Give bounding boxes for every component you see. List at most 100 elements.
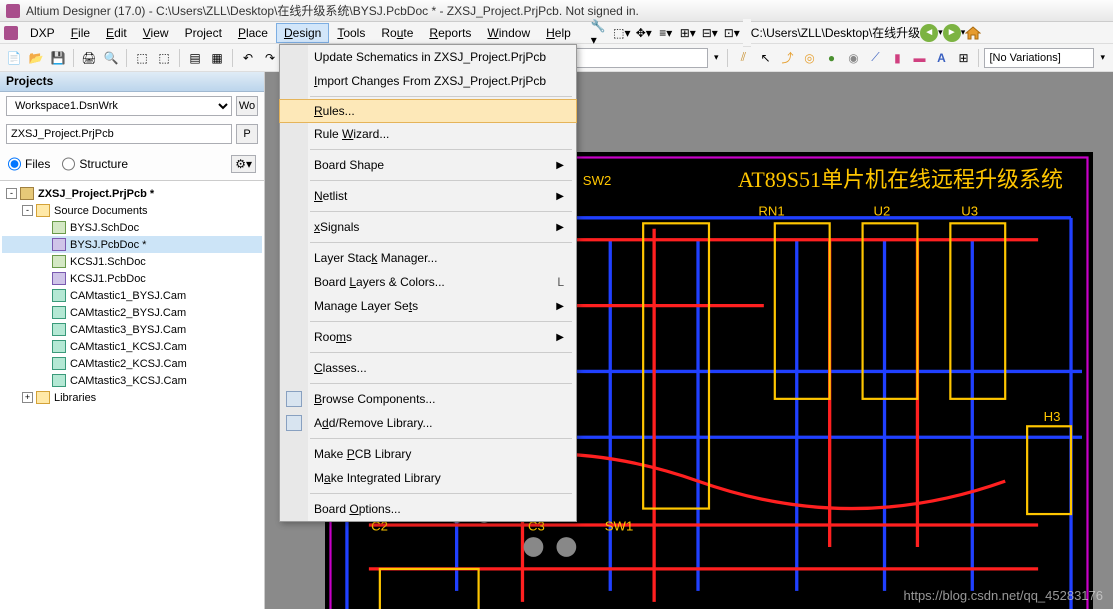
tree-item-label: KCSJ1.SchDoc xyxy=(70,256,146,268)
home-icon[interactable] xyxy=(965,26,981,40)
layers-icon[interactable]: ▤ xyxy=(185,48,205,68)
menu-shortcut: L xyxy=(557,275,564,289)
menu-tools[interactable]: Tools xyxy=(329,23,373,43)
new-icon[interactable]: 📄 xyxy=(4,48,24,68)
save-icon[interactable]: 💾 xyxy=(48,48,68,68)
menu-separator xyxy=(310,242,572,243)
menu-item[interactable]: Make PCB Library xyxy=(280,442,576,466)
undo-icon[interactable]: ↶ xyxy=(238,48,258,68)
text-icon[interactable]: A xyxy=(931,48,951,68)
menu-route[interactable]: Route xyxy=(373,23,421,43)
filter-icon[interactable]: 🔧▾ xyxy=(591,24,609,42)
tree-expand-icon[interactable]: - xyxy=(22,205,33,216)
prj-icon xyxy=(20,187,34,200)
project-tree[interactable]: -ZXSJ_Project.PrjPcb *-Source DocumentsB… xyxy=(0,180,264,609)
grid3-icon[interactable]: ⊡▾ xyxy=(723,24,741,42)
radio-structure[interactable]: Structure xyxy=(62,154,128,174)
tree-item[interactable]: CAMtastic1_KCSJ.Cam xyxy=(2,338,262,355)
preview-icon[interactable]: 🔍 xyxy=(101,48,121,68)
menu-item[interactable]: xSignals▶ xyxy=(280,215,576,239)
tree-item[interactable]: BYSJ.PcbDoc * xyxy=(2,236,262,253)
layers2-icon[interactable]: ▦ xyxy=(207,48,227,68)
tree-item[interactable]: -ZXSJ_Project.PrjPcb * xyxy=(2,185,262,202)
menu-item[interactable]: Rooms▶ xyxy=(280,325,576,349)
menu-item[interactable]: Classes... xyxy=(280,356,576,380)
variations-combo[interactable]: [No Variations] xyxy=(984,48,1094,68)
menu-item[interactable]: Add/Remove Library... xyxy=(280,411,576,435)
submenu-arrow-icon: ▶ xyxy=(556,332,564,343)
folder-icon xyxy=(36,391,50,404)
redo-icon[interactable]: ↷ xyxy=(260,48,280,68)
menu-item[interactable]: Netlist▶ xyxy=(280,184,576,208)
pad-icon[interactable]: ● xyxy=(821,48,841,68)
menu-window[interactable]: Window xyxy=(479,23,538,43)
tree-item[interactable]: CAMtastic2_KCSJ.Cam xyxy=(2,355,262,372)
tree-expand-icon xyxy=(38,222,49,233)
menu-reports[interactable]: Reports xyxy=(421,23,479,43)
menu-item-label: Board Options... xyxy=(314,502,401,516)
align-icon[interactable]: ≡▾ xyxy=(657,24,675,42)
tree-item[interactable]: -Source Documents xyxy=(2,202,262,219)
menu-project[interactable]: Project xyxy=(177,23,230,43)
tree-item[interactable]: KCSJ1.PcbDoc xyxy=(2,270,262,287)
project-field[interactable] xyxy=(6,124,232,144)
tree-item[interactable]: CAMtastic2_BYSJ.Cam xyxy=(2,304,262,321)
settings-icon[interactable]: ⚙▾ xyxy=(231,155,256,173)
menu-item[interactable]: Board Layers & Colors...L xyxy=(280,270,576,294)
fill-icon[interactable]: ▮ xyxy=(887,48,907,68)
menu-edit[interactable]: Edit xyxy=(98,23,135,43)
open-icon[interactable]: 📂 xyxy=(26,48,46,68)
print-icon[interactable]: 🖨 xyxy=(79,48,99,68)
tree-item-label: CAMtastic3_KCSJ.Cam xyxy=(70,375,187,387)
menu-file[interactable]: File xyxy=(63,23,98,43)
route-icon[interactable]: ⫽ xyxy=(733,48,753,68)
tree-expand-icon xyxy=(38,375,49,386)
nav-back-icon[interactable]: ◄ xyxy=(920,24,938,42)
menu-item[interactable]: Import Changes From ZXSJ_Project.PrjPcb xyxy=(280,69,576,93)
menu-design[interactable]: Design xyxy=(276,23,329,43)
select-icon[interactable]: ⬚▾ xyxy=(613,24,631,42)
menu-item[interactable]: Browse Components... xyxy=(280,387,576,411)
target-icon[interactable]: ◎ xyxy=(799,48,819,68)
menu-item[interactable]: Update Schematics in ZXSJ_Project.PrjPcb xyxy=(280,45,576,69)
menu-item[interactable]: Make Integrated Library xyxy=(280,466,576,490)
tree-item[interactable]: CAMtastic3_KCSJ.Cam xyxy=(2,372,262,389)
menu-item[interactable]: Manage Layer Sets▶ xyxy=(280,294,576,318)
via-icon[interactable]: ◉ xyxy=(843,48,863,68)
tree-expand-icon[interactable]: - xyxy=(6,188,17,199)
path-combo[interactable]: C:\Users\ZLL\Desktop\在线升级 xyxy=(751,24,920,41)
tree-expand-icon xyxy=(38,358,49,369)
menu-item[interactable]: Rule Wizard... xyxy=(280,122,576,146)
radio-files[interactable]: Files xyxy=(8,154,50,174)
move-icon[interactable]: ✥▾ xyxy=(635,24,653,42)
tree-item[interactable]: CAMtastic3_BYSJ.Cam xyxy=(2,321,262,338)
arc-icon[interactable]: ⟋ xyxy=(865,48,885,68)
dxp-icon[interactable] xyxy=(4,26,18,40)
tree-item[interactable]: +Libraries xyxy=(2,389,262,406)
menu-help[interactable]: Help xyxy=(538,23,579,43)
to-icon[interactable]: ⬚ xyxy=(154,48,174,68)
tree-item[interactable]: CAMtastic1_BYSJ.Cam xyxy=(2,287,262,304)
workspace-select[interactable]: Workspace1.DsnWrk xyxy=(6,96,232,116)
menu-item[interactable]: Board Options... xyxy=(280,497,576,521)
nav-forward-icon[interactable]: ► xyxy=(943,24,961,42)
menu-item[interactable]: Layer Stack Manager... xyxy=(280,246,576,270)
menu-item[interactable]: Rules... xyxy=(279,99,577,123)
project-button[interactable]: P xyxy=(236,124,258,144)
menu-item[interactable]: Board Shape▶ xyxy=(280,153,576,177)
submenu-arrow-icon: ▶ xyxy=(556,222,564,233)
cursor-icon[interactable]: ↖ xyxy=(755,48,775,68)
from-icon[interactable]: ⬚ xyxy=(132,48,152,68)
menu-dxp[interactable]: DXP xyxy=(22,23,63,43)
grid2-icon[interactable]: ⊟▾ xyxy=(701,24,719,42)
comp-icon[interactable]: ⊞ xyxy=(953,48,973,68)
tree-item[interactable]: KCSJ1.SchDoc xyxy=(2,253,262,270)
poly-icon[interactable]: ▬ xyxy=(909,48,929,68)
trace-icon[interactable]: ⤴ xyxy=(777,48,797,68)
tree-expand-icon[interactable]: + xyxy=(22,392,33,403)
menu-view[interactable]: View xyxy=(135,23,177,43)
menu-place[interactable]: Place xyxy=(230,23,276,43)
tree-item[interactable]: BYSJ.SchDoc xyxy=(2,219,262,236)
grid-icon[interactable]: ⊞▾ xyxy=(679,24,697,42)
workspace-button[interactable]: Wo xyxy=(236,96,258,116)
